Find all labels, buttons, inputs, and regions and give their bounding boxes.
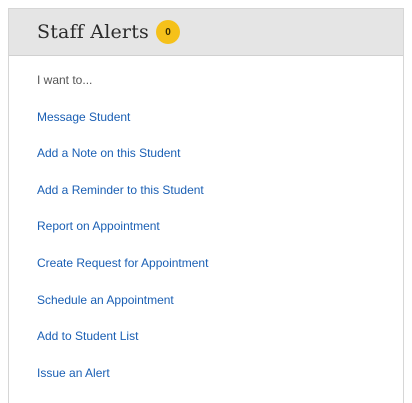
action-add-reminder[interactable]: Add a Reminder to this Student — [9, 179, 403, 216]
action-issue-alert[interactable]: Issue an Alert — [9, 362, 403, 399]
staff-alerts-panel: Staff Alerts 0 I want to... Message Stud… — [8, 8, 404, 403]
menu-intro-text: I want to... — [37, 73, 93, 87]
panel-header: Staff Alerts 0 — [9, 9, 403, 56]
panel-title: Staff Alerts — [37, 21, 149, 43]
action-schedule-appointment[interactable]: Schedule an Appointment — [9, 289, 403, 326]
action-add-to-student-list[interactable]: Add to Student List — [9, 325, 403, 362]
action-add-note[interactable]: Add a Note on this Student — [9, 142, 403, 179]
action-menu: I want to... Message Student Add a Note … — [9, 56, 403, 398]
action-message-student[interactable]: Message Student — [9, 106, 403, 143]
alert-count-badge: 0 — [156, 20, 180, 44]
action-report-on-appointment[interactable]: Report on Appointment — [9, 215, 403, 252]
action-create-appointment-request[interactable]: Create Request for Appointment — [9, 252, 403, 289]
